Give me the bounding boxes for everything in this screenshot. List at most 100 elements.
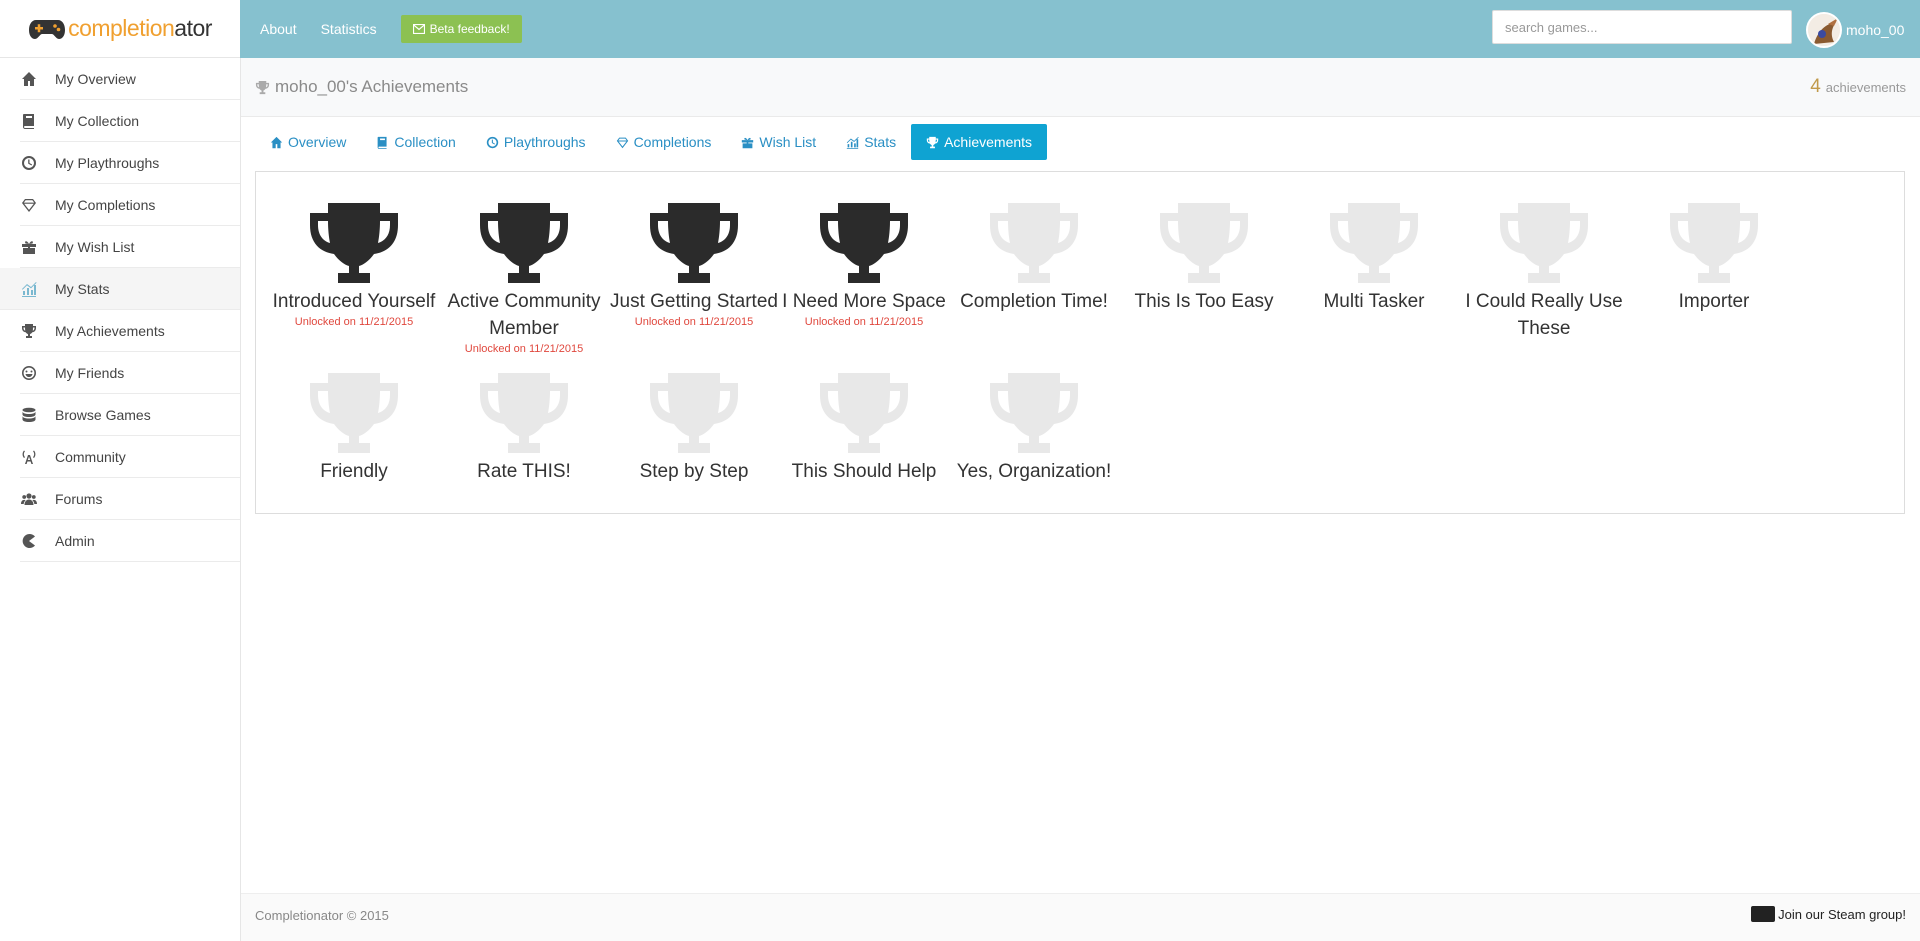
achievement-card[interactable]: I Could Really Use These xyxy=(1459,201,1629,342)
achievement-name: Completion Time! xyxy=(960,291,1108,312)
sidebar-item-label: My Wish List xyxy=(55,238,135,255)
tab-achievements[interactable]: Achievements xyxy=(911,124,1048,160)
trophy-icon xyxy=(1330,203,1418,283)
trophy-icon xyxy=(480,373,568,453)
achievement-name: Rate THIS! xyxy=(477,461,571,482)
tab-wish-list[interactable]: Wish List xyxy=(726,124,831,160)
sidebar-item-label: Admin xyxy=(55,532,95,549)
trophy-icon xyxy=(255,80,270,94)
statistics-link[interactable]: Statistics xyxy=(321,21,377,37)
achievement-name: I Could Really Use These xyxy=(1465,291,1623,339)
steam-group-label: Join our Steam group! xyxy=(1778,906,1906,922)
sidebar-item-my-stats[interactable]: My Stats xyxy=(0,268,240,310)
sidebar-item-browse-games[interactable]: Browse Games xyxy=(20,394,240,436)
trophy-icon xyxy=(20,322,38,340)
tab-overview[interactable]: Overview xyxy=(255,124,361,160)
achievement-card[interactable]: Rate THIS! xyxy=(439,371,609,485)
sidebar-item-label: My Stats xyxy=(55,280,110,297)
achievement-card[interactable]: Completion Time! xyxy=(949,201,1119,315)
tab-playthroughs[interactable]: Playthroughs xyxy=(471,124,601,160)
achievement-card[interactable]: Importer xyxy=(1629,201,1799,315)
achievement-unlock-date: Unlocked on 11/21/2015 xyxy=(804,316,924,328)
achievement-card[interactable]: Multi Tasker xyxy=(1289,201,1459,315)
user-menu[interactable]: moho_00 xyxy=(1806,12,1904,48)
gamepad-icon xyxy=(29,19,66,39)
sidebar-item-label: Browse Games xyxy=(55,406,151,423)
username: moho_00 xyxy=(1846,22,1905,38)
achievement-count-number: 4 xyxy=(1810,76,1821,97)
achievement-name: Importer xyxy=(1678,291,1750,312)
beta-feedback-button[interactable]: Beta feedback! xyxy=(400,15,522,43)
sidebar-item-label: My Friends xyxy=(55,364,125,381)
trophy-icon xyxy=(650,373,738,453)
sidebar-item-label: My Playthroughs xyxy=(55,154,160,171)
achievement-card[interactable]: Active Community Member Unlocked on 11/21… xyxy=(439,201,609,355)
achievement-unlock-date: Unlocked on 11/21/2015 xyxy=(634,316,754,328)
trophy-icon xyxy=(990,203,1078,283)
achievements-panel: Introduced Yourself Unlocked on 11/21/201… xyxy=(255,171,1905,514)
tab-stats[interactable]: Stats xyxy=(831,124,911,160)
sidebar-item-my-completions[interactable]: My Completions xyxy=(20,184,240,226)
tab-completions[interactable]: Completions xyxy=(601,124,727,160)
tab-label: Stats xyxy=(864,134,897,150)
achievement-name: Just Getting Started xyxy=(610,291,778,312)
profile-tabs: Overview Collection Playthroughs Complet… xyxy=(255,124,1048,160)
book-icon xyxy=(20,112,38,130)
tab-collection[interactable]: Collection xyxy=(361,124,470,160)
avatar xyxy=(1806,12,1842,48)
achievement-name: This Is Too Easy xyxy=(1134,291,1274,312)
tab-label: Overview xyxy=(288,134,347,150)
search-input[interactable] xyxy=(1492,10,1792,44)
chart-icon xyxy=(847,136,859,149)
home-icon xyxy=(270,136,283,148)
sidebar-item-my-achievements[interactable]: My Achievements xyxy=(20,310,240,352)
achievement-name: Active Community Member xyxy=(447,291,601,339)
sidebar-item-label: My Achievements xyxy=(55,322,165,339)
database-icon xyxy=(20,406,38,424)
achievement-card[interactable]: Introduced Yourself Unlocked on 11/21/201… xyxy=(269,201,439,328)
clock-icon xyxy=(486,136,499,148)
achievement-card[interactable]: Yes, Organization! xyxy=(949,371,1119,485)
achievement-name: Introduced Yourself xyxy=(272,291,436,312)
tab-label: Wish List xyxy=(759,134,817,150)
achievement-card[interactable]: This Is Too Easy xyxy=(1119,201,1289,315)
achievement-name: This Should Help xyxy=(791,461,937,482)
sidebar-item-forums[interactable]: Forums xyxy=(20,478,240,520)
sidebar-item-admin[interactable]: Admin xyxy=(20,520,240,562)
sidebar-item-my-playthroughs[interactable]: My Playthroughs xyxy=(20,142,240,184)
tab-label: Completions xyxy=(633,134,712,150)
trophy-icon xyxy=(310,203,398,283)
achievement-card[interactable]: I Need More Space Unlocked on 11/21/2015 xyxy=(779,201,949,328)
diamond-icon xyxy=(20,196,38,214)
achievement-card[interactable]: Friendly xyxy=(269,371,439,485)
trophy-icon xyxy=(990,373,1078,453)
page-title-text: moho_00's Achievements xyxy=(275,77,469,96)
about-link[interactable]: About xyxy=(260,21,297,37)
sidebar-item-label: Community xyxy=(55,448,126,465)
achievement-card[interactable]: Step by Step xyxy=(609,371,779,485)
achievement-name: Multi Tasker xyxy=(1323,291,1425,312)
achievement-unlock-date: Unlocked on 11/21/2015 xyxy=(294,316,414,328)
brand-name: completionator xyxy=(68,15,212,41)
sidebar-item-community[interactable]: Community xyxy=(20,436,240,478)
top-navbar: completionator About Statistics Beta fee… xyxy=(0,0,1920,58)
footer: Completionator © 2015 Join our Steam gro… xyxy=(241,893,1920,941)
trophy-icon xyxy=(926,136,939,148)
steam-group-link[interactable]: Join our Steam group! xyxy=(1751,906,1906,922)
users-icon xyxy=(20,490,38,508)
brand-logo[interactable]: completionator xyxy=(0,0,240,58)
sidebar-item-label: My Collection xyxy=(55,112,140,129)
sidebar-item-my-friends[interactable]: My Friends xyxy=(20,352,240,394)
sidebar-item-my-overview[interactable]: My Overview xyxy=(20,58,240,100)
sidebar-item-my-collection[interactable]: My Collection xyxy=(20,100,240,142)
smile-icon xyxy=(20,364,38,382)
home-icon xyxy=(20,70,38,88)
achievement-card[interactable]: This Should Help xyxy=(779,371,949,485)
clock-icon xyxy=(20,154,38,172)
gift-icon xyxy=(742,137,754,148)
trophy-icon xyxy=(820,373,908,453)
top-links: About Statistics Beta feedback! xyxy=(260,0,522,58)
achievement-name: I Need More Space xyxy=(782,291,946,312)
sidebar-item-my-wish-list[interactable]: My Wish List xyxy=(20,226,240,268)
achievement-card[interactable]: Just Getting Started Unlocked on 11/21/20… xyxy=(609,201,779,328)
